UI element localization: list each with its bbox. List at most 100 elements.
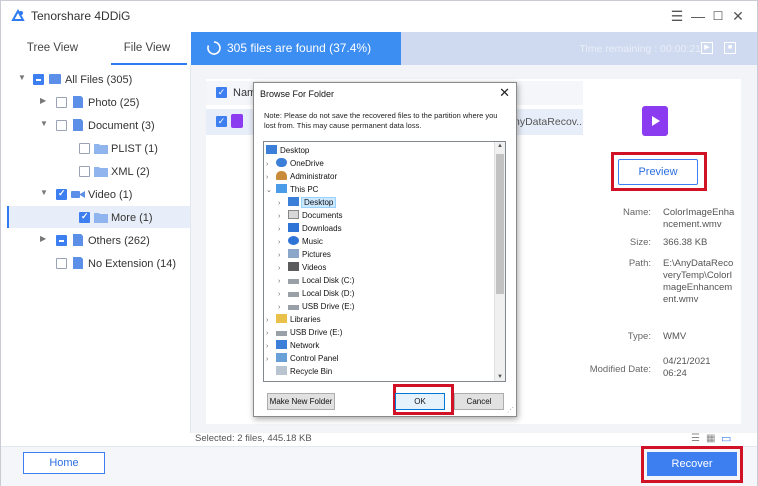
checkbox[interactable] [33,74,44,85]
folder-item-pictures[interactable]: › Pictures [278,248,331,261]
app-title: Tenorshare 4DDiG [31,9,131,23]
row-checkbox[interactable]: ✓ [216,116,227,127]
tab-tree-view[interactable]: Tree View [1,32,104,65]
make-new-folder-button[interactable]: Make New Folder [267,393,335,410]
folder-item-documents[interactable]: › Documents [278,209,342,222]
tree-item-all-files[interactable]: ▼ All Files (305) [1,69,190,91]
cancel-button[interactable]: Cancel [454,393,504,410]
tree-item-label: XML (2) [111,166,150,178]
list-view-icon[interactable]: ☰ [691,433,700,444]
modified-date-value: 04/21/2021 06:24 [663,356,711,379]
dialog-title: Browse For Folder [260,89,335,99]
folder-item-usb-drive-e-root[interactable]: › USB Drive (E:) [266,326,342,339]
folder-item-this-pc[interactable]: ⌄ This PC [266,183,318,196]
folder-label: USB Drive (E:) [290,328,343,337]
usb-drive-icon [276,331,287,336]
resize-grip-icon[interactable]: ⋰ [507,406,514,414]
libraries-icon [276,314,287,323]
grid-view-icon[interactable]: ▦ [706,433,715,444]
folder-item-control-panel[interactable]: › Control Panel [266,352,338,365]
checkbox[interactable] [56,258,67,269]
folder-label: Local Disk (C:) [302,276,355,285]
folder-item-administrator[interactable]: › Administrator [266,170,337,183]
folder-item-downloads[interactable]: › Downloads [278,222,342,235]
folder-label: Music [302,237,323,246]
collapse-arrow-icon[interactable]: ⌄ [266,184,276,197]
expand-arrow-icon[interactable]: ▶ [40,96,46,105]
folder-tree-scrollbar[interactable]: ▲ ▼ [494,142,505,381]
folder-icon [94,167,108,177]
checkbox[interactable] [79,143,90,154]
folder-item-network[interactable]: › Network [266,339,319,352]
tree-item-more[interactable]: More (1) [1,207,190,229]
name-value: ColorImageEnhancement.wmv [663,207,735,230]
folder-label: Control Panel [290,354,339,363]
folder-item-recycle-bin[interactable]: Recycle Bin [266,365,332,378]
path-value: E:\AnyDataRecoveryTemp\ColorImageEnhance… [663,258,734,305]
checkbox[interactable] [56,235,67,246]
folder-item-onedrive[interactable]: › OneDrive [266,157,324,170]
folder-item-music[interactable]: › Music [278,235,323,248]
video-camera-icon [71,191,85,198]
music-icon [288,236,299,245]
scan-status-text: 305 files are found (37.4%) [227,41,372,55]
tree-item-no-extension[interactable]: No Extension (14) [1,253,190,275]
scroll-up-icon[interactable]: ▲ [497,143,503,149]
checkbox[interactable] [56,120,67,131]
computer-icon [276,184,287,193]
collapse-arrow-icon[interactable]: ▼ [40,119,48,128]
desktop-icon [266,145,277,154]
all-files-icon [49,74,61,84]
folder-item-usb-drive-e[interactable]: › USB Drive (E:) [278,300,354,313]
drive-icon [288,292,299,297]
folder-label: Pictures [302,250,331,259]
folder-item-local-disk-c[interactable]: › Local Disk (C:) [278,274,354,287]
tree-item-document[interactable]: ▼ Document (3) [1,115,190,137]
checkbox[interactable] [56,188,67,200]
folder-item-desktop-root[interactable]: Desktop [266,144,309,157]
app-logo-icon [11,9,25,21]
tree-item-video[interactable]: ▼ Video (1) [1,184,190,206]
checkbox[interactable] [79,211,90,223]
type-value: WMV [663,331,687,342]
close-icon[interactable]: ✕ [730,8,746,24]
home-button[interactable]: Home [23,452,105,474]
preview-button[interactable]: Preview [618,159,698,185]
preview-view-icon[interactable]: ▭ [721,432,731,445]
minimize-icon[interactable]: — [690,8,706,24]
time-remaining: Time remaining : 00:00:21 [579,43,701,55]
expand-arrow-icon[interactable]: ▶ [40,234,46,243]
tree-item-label: All Files (305) [65,74,133,86]
folder-item-libraries[interactable]: › Libraries [266,313,321,326]
stop-scan-button[interactable]: ■ [724,42,736,54]
folder-item-videos[interactable]: › Videos [278,261,326,274]
collapse-arrow-icon[interactable]: ▼ [18,73,26,82]
folder-label: Recycle Bin [290,367,333,376]
checkbox[interactable] [56,97,67,108]
tree-item-others[interactable]: ▶ Others (262) [1,230,190,252]
video-file-thumbnail-icon [642,106,668,136]
tree-item-plist[interactable]: PLIST (1) [1,138,190,160]
checkbox[interactable] [79,166,90,177]
folder-item-local-disk-d[interactable]: › Local Disk (D:) [278,287,354,300]
tab-file-view[interactable]: File View [104,32,190,65]
drive-icon [288,279,299,284]
dialog-close-icon[interactable]: ✕ [499,85,510,101]
maximize-icon[interactable]: ☐ [710,8,726,24]
scroll-down-icon[interactable]: ▼ [497,374,503,380]
menu-icon[interactable]: ☰ [669,8,685,24]
recover-button[interactable]: Recover [647,452,737,476]
browse-for-folder-dialog: Browse For Folder ✕ Note: Please do not … [253,82,517,417]
tree-item-photo[interactable]: ▶ Photo (25) [1,92,190,114]
pause-scan-button[interactable]: ▶ [701,42,713,54]
collapse-arrow-icon[interactable]: ▼ [40,188,48,197]
photo-file-icon [73,96,83,108]
select-all-checkbox[interactable]: ✓ [216,87,227,98]
ok-button[interactable]: OK [395,393,445,410]
desktop-icon [288,197,299,206]
tree-item-label: Photo (25) [88,97,140,109]
scrollbar-thumb[interactable] [496,154,504,294]
title-bar: Tenorshare 4DDiG ☰ — ☐ ✕ [1,1,757,31]
tree-item-xml[interactable]: XML (2) [1,161,190,183]
folder-item-desktop[interactable]: › Desktop [278,196,337,209]
